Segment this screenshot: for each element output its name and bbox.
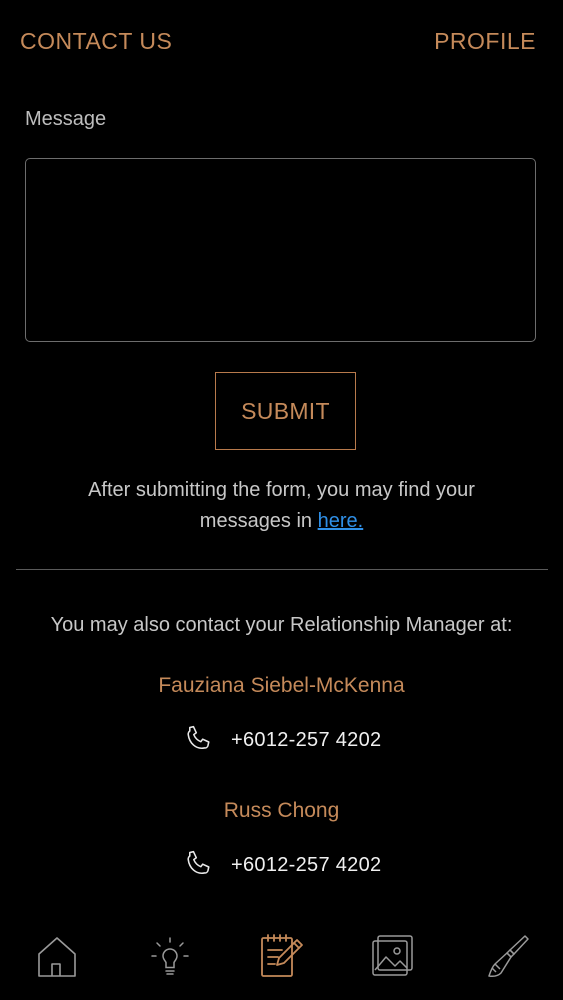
bottom-navigation	[0, 920, 563, 1000]
manager-phone-row[interactable]: +6012-257 4202	[182, 723, 381, 757]
submission-note-text: After submitting the form, you may find …	[88, 479, 475, 532]
tab-contact-us[interactable]: CONTACT US	[20, 28, 172, 55]
gallery-icon	[372, 935, 413, 976]
phone-icon	[182, 723, 216, 757]
manager-name: Russ Chong	[223, 799, 340, 822]
nav-ideas[interactable]	[146, 932, 194, 980]
message-label: Message	[25, 108, 107, 130]
message-textarea[interactable]	[25, 158, 536, 342]
messages-link[interactable]: here.	[318, 510, 364, 532]
submit-button[interactable]: SUBMIT	[215, 372, 356, 450]
divider	[16, 569, 548, 570]
nav-paint[interactable]	[483, 932, 531, 980]
lightbulb-icon	[151, 937, 189, 975]
home-icon	[38, 937, 76, 977]
nav-home[interactable]	[33, 932, 81, 980]
phone-icon	[182, 848, 216, 882]
submission-note: After submitting the form, you may find …	[40, 475, 523, 537]
phone-number[interactable]: +6012-257 4202	[231, 854, 381, 877]
manager-phone-row[interactable]: +6012-257 4202	[182, 848, 381, 882]
paintbrush-icon	[488, 935, 529, 977]
nav-contact-form[interactable]	[257, 932, 305, 980]
notepad-pencil-icon	[261, 934, 303, 977]
relationship-manager-intro: You may also contact your Relationship M…	[50, 614, 513, 636]
nav-gallery[interactable]	[369, 932, 417, 980]
phone-number[interactable]: +6012-257 4202	[231, 729, 381, 752]
tab-profile[interactable]: PROFILE	[434, 28, 536, 55]
manager-name: Fauziana Siebel-McKenna	[158, 674, 405, 697]
